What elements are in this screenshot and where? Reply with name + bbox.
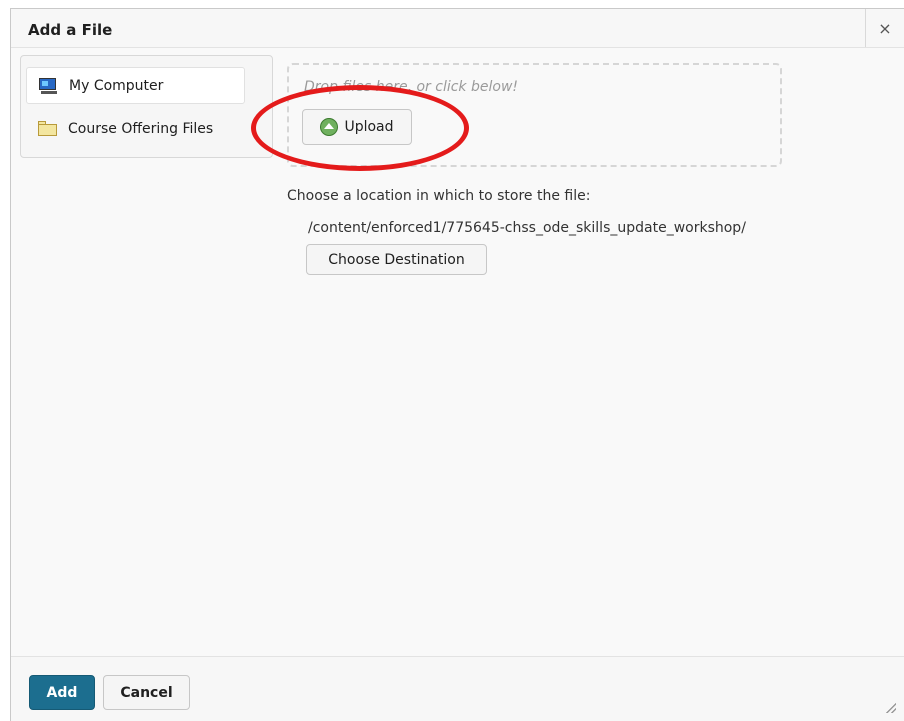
- dialog-title: Add a File: [28, 21, 113, 39]
- choose-destination-label: Choose Destination: [328, 251, 465, 268]
- source-sidebar: My Computer Course Offering Files: [20, 55, 273, 158]
- cancel-button[interactable]: Cancel: [103, 675, 190, 710]
- cancel-button-label: Cancel: [120, 684, 173, 701]
- destination-path: /content/enforced1/775645-chss_ode_skill…: [308, 220, 746, 236]
- destination-prompt: Choose a location in which to store the …: [287, 188, 591, 204]
- dialog-footer: Add Cancel: [11, 656, 904, 721]
- computer-icon: [39, 77, 59, 94]
- close-button[interactable]: ×: [865, 9, 904, 47]
- sidebar-item-label: My Computer: [69, 77, 164, 94]
- dialog-titlebar: Add a File ×: [11, 9, 904, 48]
- add-file-dialog: Add a File × My Computer Course Offering…: [10, 8, 904, 721]
- sidebar-item-my-computer[interactable]: My Computer: [26, 67, 245, 104]
- sidebar-item-course-offering-files[interactable]: Course Offering Files: [26, 110, 245, 147]
- resize-grip-icon[interactable]: [886, 703, 896, 713]
- choose-destination-button[interactable]: Choose Destination: [306, 244, 487, 275]
- red-highlight-annotation: [251, 85, 469, 171]
- sidebar-item-label: Course Offering Files: [68, 120, 214, 137]
- add-button-label: Add: [46, 684, 78, 701]
- folder-icon: [38, 120, 58, 137]
- close-icon: ×: [878, 19, 892, 38]
- add-button[interactable]: Add: [29, 675, 95, 710]
